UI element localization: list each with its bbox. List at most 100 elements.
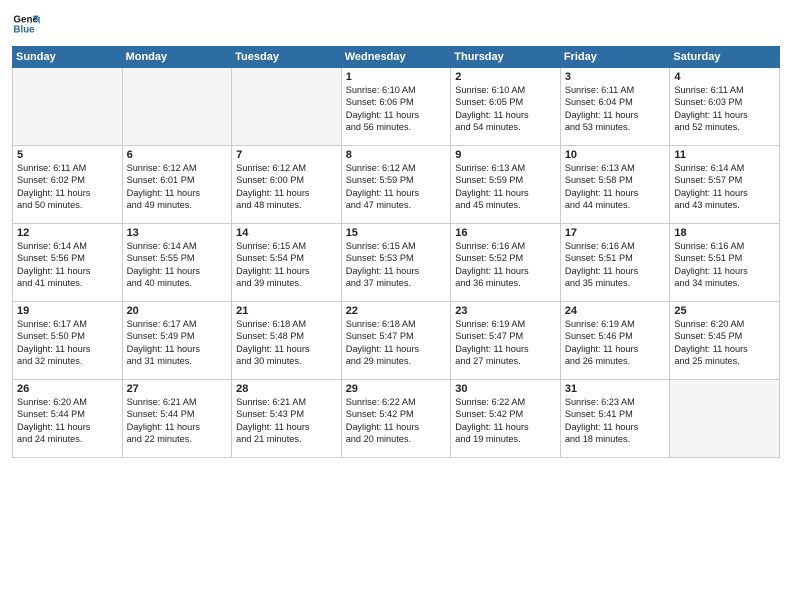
calendar-day-cell: 24Sunrise: 6:19 AM Sunset: 5:46 PM Dayli… [560,302,670,380]
day-info: Sunrise: 6:13 AM Sunset: 5:58 PM Dayligh… [565,162,666,212]
calendar-day-cell: 14Sunrise: 6:15 AM Sunset: 5:54 PM Dayli… [232,224,342,302]
calendar-week-row: 1Sunrise: 6:10 AM Sunset: 6:06 PM Daylig… [13,68,780,146]
calendar-day-cell: 23Sunrise: 6:19 AM Sunset: 5:47 PM Dayli… [451,302,561,380]
calendar-day-cell: 15Sunrise: 6:15 AM Sunset: 5:53 PM Dayli… [341,224,451,302]
day-info: Sunrise: 6:16 AM Sunset: 5:51 PM Dayligh… [565,240,666,290]
day-number: 19 [17,305,118,317]
day-number: 25 [674,305,775,317]
calendar-day-cell: 5Sunrise: 6:11 AM Sunset: 6:02 PM Daylig… [13,146,123,224]
calendar-day-cell: 2Sunrise: 6:10 AM Sunset: 6:05 PM Daylig… [451,68,561,146]
day-info: Sunrise: 6:12 AM Sunset: 5:59 PM Dayligh… [346,162,447,212]
day-number: 6 [127,149,228,161]
day-info: Sunrise: 6:10 AM Sunset: 6:06 PM Dayligh… [346,84,447,134]
day-number: 3 [565,71,666,83]
day-info: Sunrise: 6:12 AM Sunset: 6:01 PM Dayligh… [127,162,228,212]
day-number: 10 [565,149,666,161]
day-info: Sunrise: 6:14 AM Sunset: 5:55 PM Dayligh… [127,240,228,290]
day-info: Sunrise: 6:17 AM Sunset: 5:49 PM Dayligh… [127,318,228,368]
calendar-day-cell: 4Sunrise: 6:11 AM Sunset: 6:03 PM Daylig… [670,68,780,146]
day-number: 4 [674,71,775,83]
day-number: 18 [674,227,775,239]
calendar-day-cell: 19Sunrise: 6:17 AM Sunset: 5:50 PM Dayli… [13,302,123,380]
day-info: Sunrise: 6:11 AM Sunset: 6:02 PM Dayligh… [17,162,118,212]
day-number: 20 [127,305,228,317]
calendar-day-cell: 22Sunrise: 6:18 AM Sunset: 5:47 PM Dayli… [341,302,451,380]
day-number: 27 [127,383,228,395]
day-info: Sunrise: 6:23 AM Sunset: 5:41 PM Dayligh… [565,396,666,446]
day-info: Sunrise: 6:21 AM Sunset: 5:44 PM Dayligh… [127,396,228,446]
day-info: Sunrise: 6:22 AM Sunset: 5:42 PM Dayligh… [455,396,556,446]
calendar-day-cell: 13Sunrise: 6:14 AM Sunset: 5:55 PM Dayli… [122,224,232,302]
calendar-day-cell [13,68,123,146]
day-info: Sunrise: 6:15 AM Sunset: 5:54 PM Dayligh… [236,240,337,290]
day-number: 31 [565,383,666,395]
day-info: Sunrise: 6:14 AM Sunset: 5:56 PM Dayligh… [17,240,118,290]
day-number: 1 [346,71,447,83]
calendar-table: SundayMondayTuesdayWednesdayThursdayFrid… [12,46,780,458]
calendar-day-cell: 29Sunrise: 6:22 AM Sunset: 5:42 PM Dayli… [341,380,451,458]
day-number: 24 [565,305,666,317]
calendar-day-cell: 21Sunrise: 6:18 AM Sunset: 5:48 PM Dayli… [232,302,342,380]
day-number: 16 [455,227,556,239]
day-number: 12 [17,227,118,239]
calendar-day-cell [670,380,780,458]
day-number: 26 [17,383,118,395]
day-info: Sunrise: 6:17 AM Sunset: 5:50 PM Dayligh… [17,318,118,368]
weekday-header-thursday: Thursday [451,47,561,68]
day-info: Sunrise: 6:16 AM Sunset: 5:51 PM Dayligh… [674,240,775,290]
calendar-day-cell: 1Sunrise: 6:10 AM Sunset: 6:06 PM Daylig… [341,68,451,146]
calendar-day-cell: 6Sunrise: 6:12 AM Sunset: 6:01 PM Daylig… [122,146,232,224]
day-info: Sunrise: 6:18 AM Sunset: 5:47 PM Dayligh… [346,318,447,368]
day-info: Sunrise: 6:11 AM Sunset: 6:04 PM Dayligh… [565,84,666,134]
calendar-day-cell: 28Sunrise: 6:21 AM Sunset: 5:43 PM Dayli… [232,380,342,458]
calendar-week-row: 26Sunrise: 6:20 AM Sunset: 5:44 PM Dayli… [13,380,780,458]
day-info: Sunrise: 6:20 AM Sunset: 5:44 PM Dayligh… [17,396,118,446]
calendar-day-cell: 20Sunrise: 6:17 AM Sunset: 5:49 PM Dayli… [122,302,232,380]
calendar-week-row: 19Sunrise: 6:17 AM Sunset: 5:50 PM Dayli… [13,302,780,380]
calendar-week-row: 5Sunrise: 6:11 AM Sunset: 6:02 PM Daylig… [13,146,780,224]
day-info: Sunrise: 6:22 AM Sunset: 5:42 PM Dayligh… [346,396,447,446]
day-info: Sunrise: 6:18 AM Sunset: 5:48 PM Dayligh… [236,318,337,368]
day-info: Sunrise: 6:19 AM Sunset: 5:46 PM Dayligh… [565,318,666,368]
day-number: 14 [236,227,337,239]
day-number: 15 [346,227,447,239]
day-number: 13 [127,227,228,239]
day-number: 29 [346,383,447,395]
calendar-day-cell: 16Sunrise: 6:16 AM Sunset: 5:52 PM Dayli… [451,224,561,302]
day-info: Sunrise: 6:19 AM Sunset: 5:47 PM Dayligh… [455,318,556,368]
day-number: 28 [236,383,337,395]
day-info: Sunrise: 6:13 AM Sunset: 5:59 PM Dayligh… [455,162,556,212]
logo-icon: General Blue [12,10,40,38]
page-container: General Blue SundayMondayTuesdayWednesda… [0,0,792,466]
calendar-day-cell [122,68,232,146]
day-number: 30 [455,383,556,395]
svg-text:Blue: Blue [13,24,35,35]
calendar-day-cell: 3Sunrise: 6:11 AM Sunset: 6:04 PM Daylig… [560,68,670,146]
day-number: 8 [346,149,447,161]
weekday-header-friday: Friday [560,47,670,68]
calendar-day-cell: 11Sunrise: 6:14 AM Sunset: 5:57 PM Dayli… [670,146,780,224]
calendar-day-cell [232,68,342,146]
day-number: 17 [565,227,666,239]
weekday-header-monday: Monday [122,47,232,68]
calendar-day-cell: 7Sunrise: 6:12 AM Sunset: 6:00 PM Daylig… [232,146,342,224]
calendar-day-cell: 12Sunrise: 6:14 AM Sunset: 5:56 PM Dayli… [13,224,123,302]
day-info: Sunrise: 6:11 AM Sunset: 6:03 PM Dayligh… [674,84,775,134]
calendar-day-cell: 25Sunrise: 6:20 AM Sunset: 5:45 PM Dayli… [670,302,780,380]
calendar-day-cell: 8Sunrise: 6:12 AM Sunset: 5:59 PM Daylig… [341,146,451,224]
day-info: Sunrise: 6:14 AM Sunset: 5:57 PM Dayligh… [674,162,775,212]
calendar-day-cell: 30Sunrise: 6:22 AM Sunset: 5:42 PM Dayli… [451,380,561,458]
page-header: General Blue [12,10,780,38]
day-info: Sunrise: 6:10 AM Sunset: 6:05 PM Dayligh… [455,84,556,134]
calendar-day-cell: 18Sunrise: 6:16 AM Sunset: 5:51 PM Dayli… [670,224,780,302]
calendar-day-cell: 31Sunrise: 6:23 AM Sunset: 5:41 PM Dayli… [560,380,670,458]
day-number: 7 [236,149,337,161]
calendar-day-cell: 10Sunrise: 6:13 AM Sunset: 5:58 PM Dayli… [560,146,670,224]
day-info: Sunrise: 6:15 AM Sunset: 5:53 PM Dayligh… [346,240,447,290]
day-number: 2 [455,71,556,83]
day-info: Sunrise: 6:16 AM Sunset: 5:52 PM Dayligh… [455,240,556,290]
weekday-header-row: SundayMondayTuesdayWednesdayThursdayFrid… [13,47,780,68]
calendar-day-cell: 17Sunrise: 6:16 AM Sunset: 5:51 PM Dayli… [560,224,670,302]
day-info: Sunrise: 6:20 AM Sunset: 5:45 PM Dayligh… [674,318,775,368]
day-number: 23 [455,305,556,317]
